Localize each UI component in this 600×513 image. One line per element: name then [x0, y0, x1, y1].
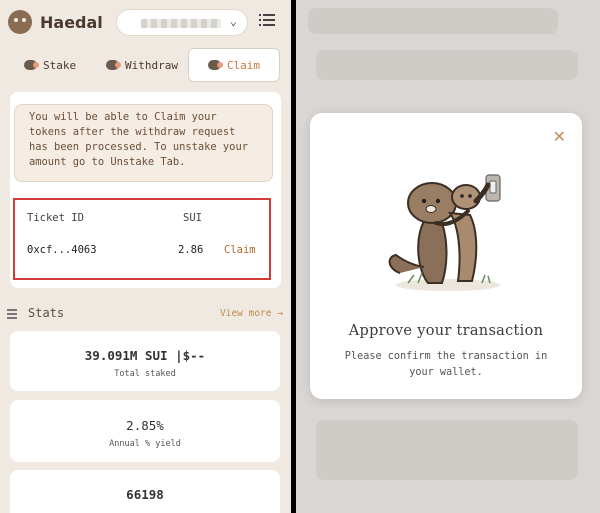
top-bar: Haedal ⌄ [0, 0, 291, 46]
withdraw-icon [106, 60, 121, 70]
app-name[interactable]: Haedal [40, 13, 103, 32]
stat-count: 66198 [10, 470, 280, 513]
modal-subtitle: Please confirm the transaction in your w… [344, 351, 548, 378]
claim-button[interactable]: Claim [224, 244, 256, 256]
stats-header: Stats View more → [0, 303, 291, 325]
stat-total-staked: 39.091M SUI |$-- Total staked [10, 331, 280, 391]
tab-stake[interactable]: Stake [24, 48, 76, 82]
approve-transaction-modal: ✕ Approve your transaction Please confir… [310, 113, 582, 399]
menu-icon[interactable] [259, 14, 275, 28]
backdrop-header [308, 8, 558, 34]
tab-withdraw[interactable]: Withdraw [106, 48, 178, 82]
view-more-link[interactable]: View more → [220, 308, 283, 319]
close-icon[interactable]: ✕ [553, 127, 566, 146]
wallet-selector[interactable]: ⌄ [116, 9, 248, 36]
backdrop-card [316, 420, 578, 480]
stat-value: 39.091M SUI |$-- [84, 348, 206, 363]
otter-mascot-illustration [388, 174, 501, 291]
modal-title: Approve your transaction [348, 323, 544, 339]
stat-value: 2.85% [126, 418, 164, 433]
action-tabs: Stake Withdraw Claim [10, 48, 282, 84]
tab-withdraw-label: Withdraw [125, 58, 178, 72]
column-sui: SUI [183, 212, 202, 224]
ticket-amount-value: 2.86 [178, 244, 204, 256]
stat-value: 66198 [126, 487, 164, 502]
tab-claim-label: Claim [226, 58, 261, 72]
tab-stake-label: Stake [43, 58, 77, 72]
ticket-id-value: 0xcf...4063 [27, 244, 97, 256]
stake-icon [24, 60, 39, 70]
tab-claim[interactable]: Claim [188, 48, 280, 82]
backdrop-tabs [316, 50, 578, 80]
stat-apy: 2.85% Annual % yield [10, 400, 280, 462]
chevron-down-icon: ⌄ [229, 14, 237, 28]
haedal-logo-icon[interactable] [8, 10, 32, 34]
claim-icon [207, 60, 223, 70]
blurred-app-backdrop: ✕ Approve your transaction Please confir… [296, 0, 600, 513]
stat-label: Annual % yield [109, 439, 181, 449]
column-ticket-id: Ticket ID [27, 212, 84, 224]
claim-card: You will be able to Claim your tokens af… [10, 92, 281, 288]
claim-info-notice: You will be able to Claim your tokens af… [14, 104, 273, 182]
ticket-table: Ticket ID SUI 0xcf...4063 2.86 Claim [13, 198, 271, 280]
stats-title: Stats [28, 306, 65, 320]
stats-icon [7, 309, 17, 319]
stat-label: Total staked [114, 369, 176, 379]
app-panel: Haedal ⌄ Stake Withdraw Claim You will b… [0, 0, 291, 513]
wallet-address-blurred [141, 19, 221, 28]
